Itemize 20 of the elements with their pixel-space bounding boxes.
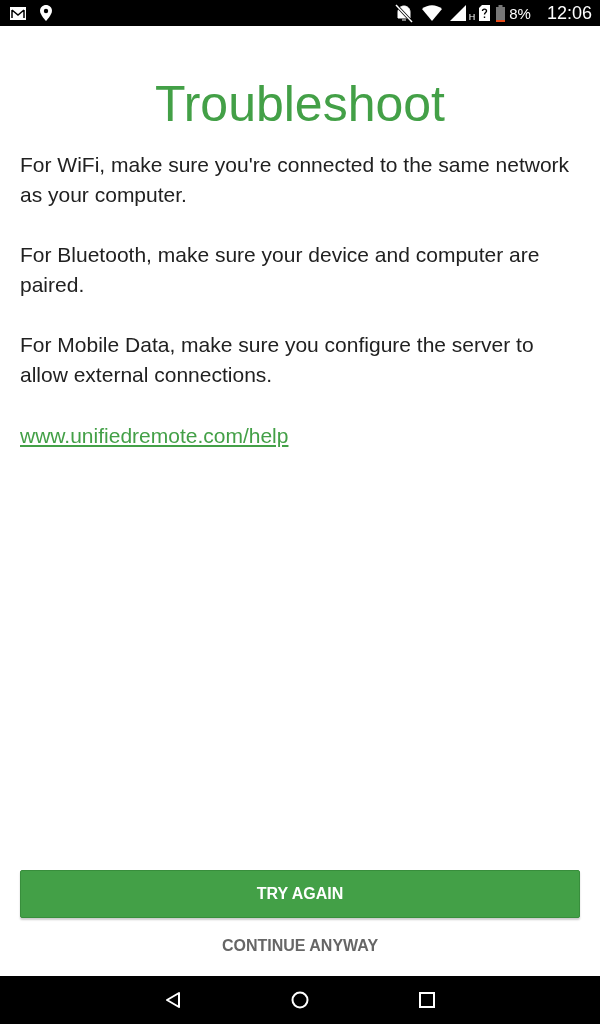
clock: 12:06	[546, 4, 592, 22]
help-text: For WiFi, make sure you're connected to the same network as your computer.	[20, 152, 571, 208]
help-link[interactable]: www.unifiedremote.com/help	[20, 420, 289, 452]
signal-icon	[449, 5, 466, 21]
network-type-label: H	[468, 13, 476, 22]
location-pin-icon	[40, 5, 52, 21]
home-icon[interactable]	[291, 991, 309, 1009]
battery-icon	[496, 4, 506, 22]
battery-percent: 8%	[509, 5, 531, 21]
continue-anyway-button[interactable]: CONTINUE ANYWAY	[211, 926, 389, 966]
overview-icon[interactable]	[419, 992, 435, 1008]
wifi-icon	[421, 5, 442, 21]
muted-bell-icon	[393, 3, 414, 23]
screen-title: Troubleshoot	[154, 75, 446, 134]
help-text: For Mobile Data, make sure you configure the server to allow external connections.	[20, 332, 535, 388]
back-icon[interactable]	[165, 991, 181, 1009]
sim-card-icon	[479, 5, 491, 21]
try-again-button[interactable]: TRY AGAIN	[20, 870, 580, 918]
mail-icon	[10, 6, 26, 20]
help-text: For Bluetooth, make sure your device and computer are paired.	[20, 242, 541, 298]
